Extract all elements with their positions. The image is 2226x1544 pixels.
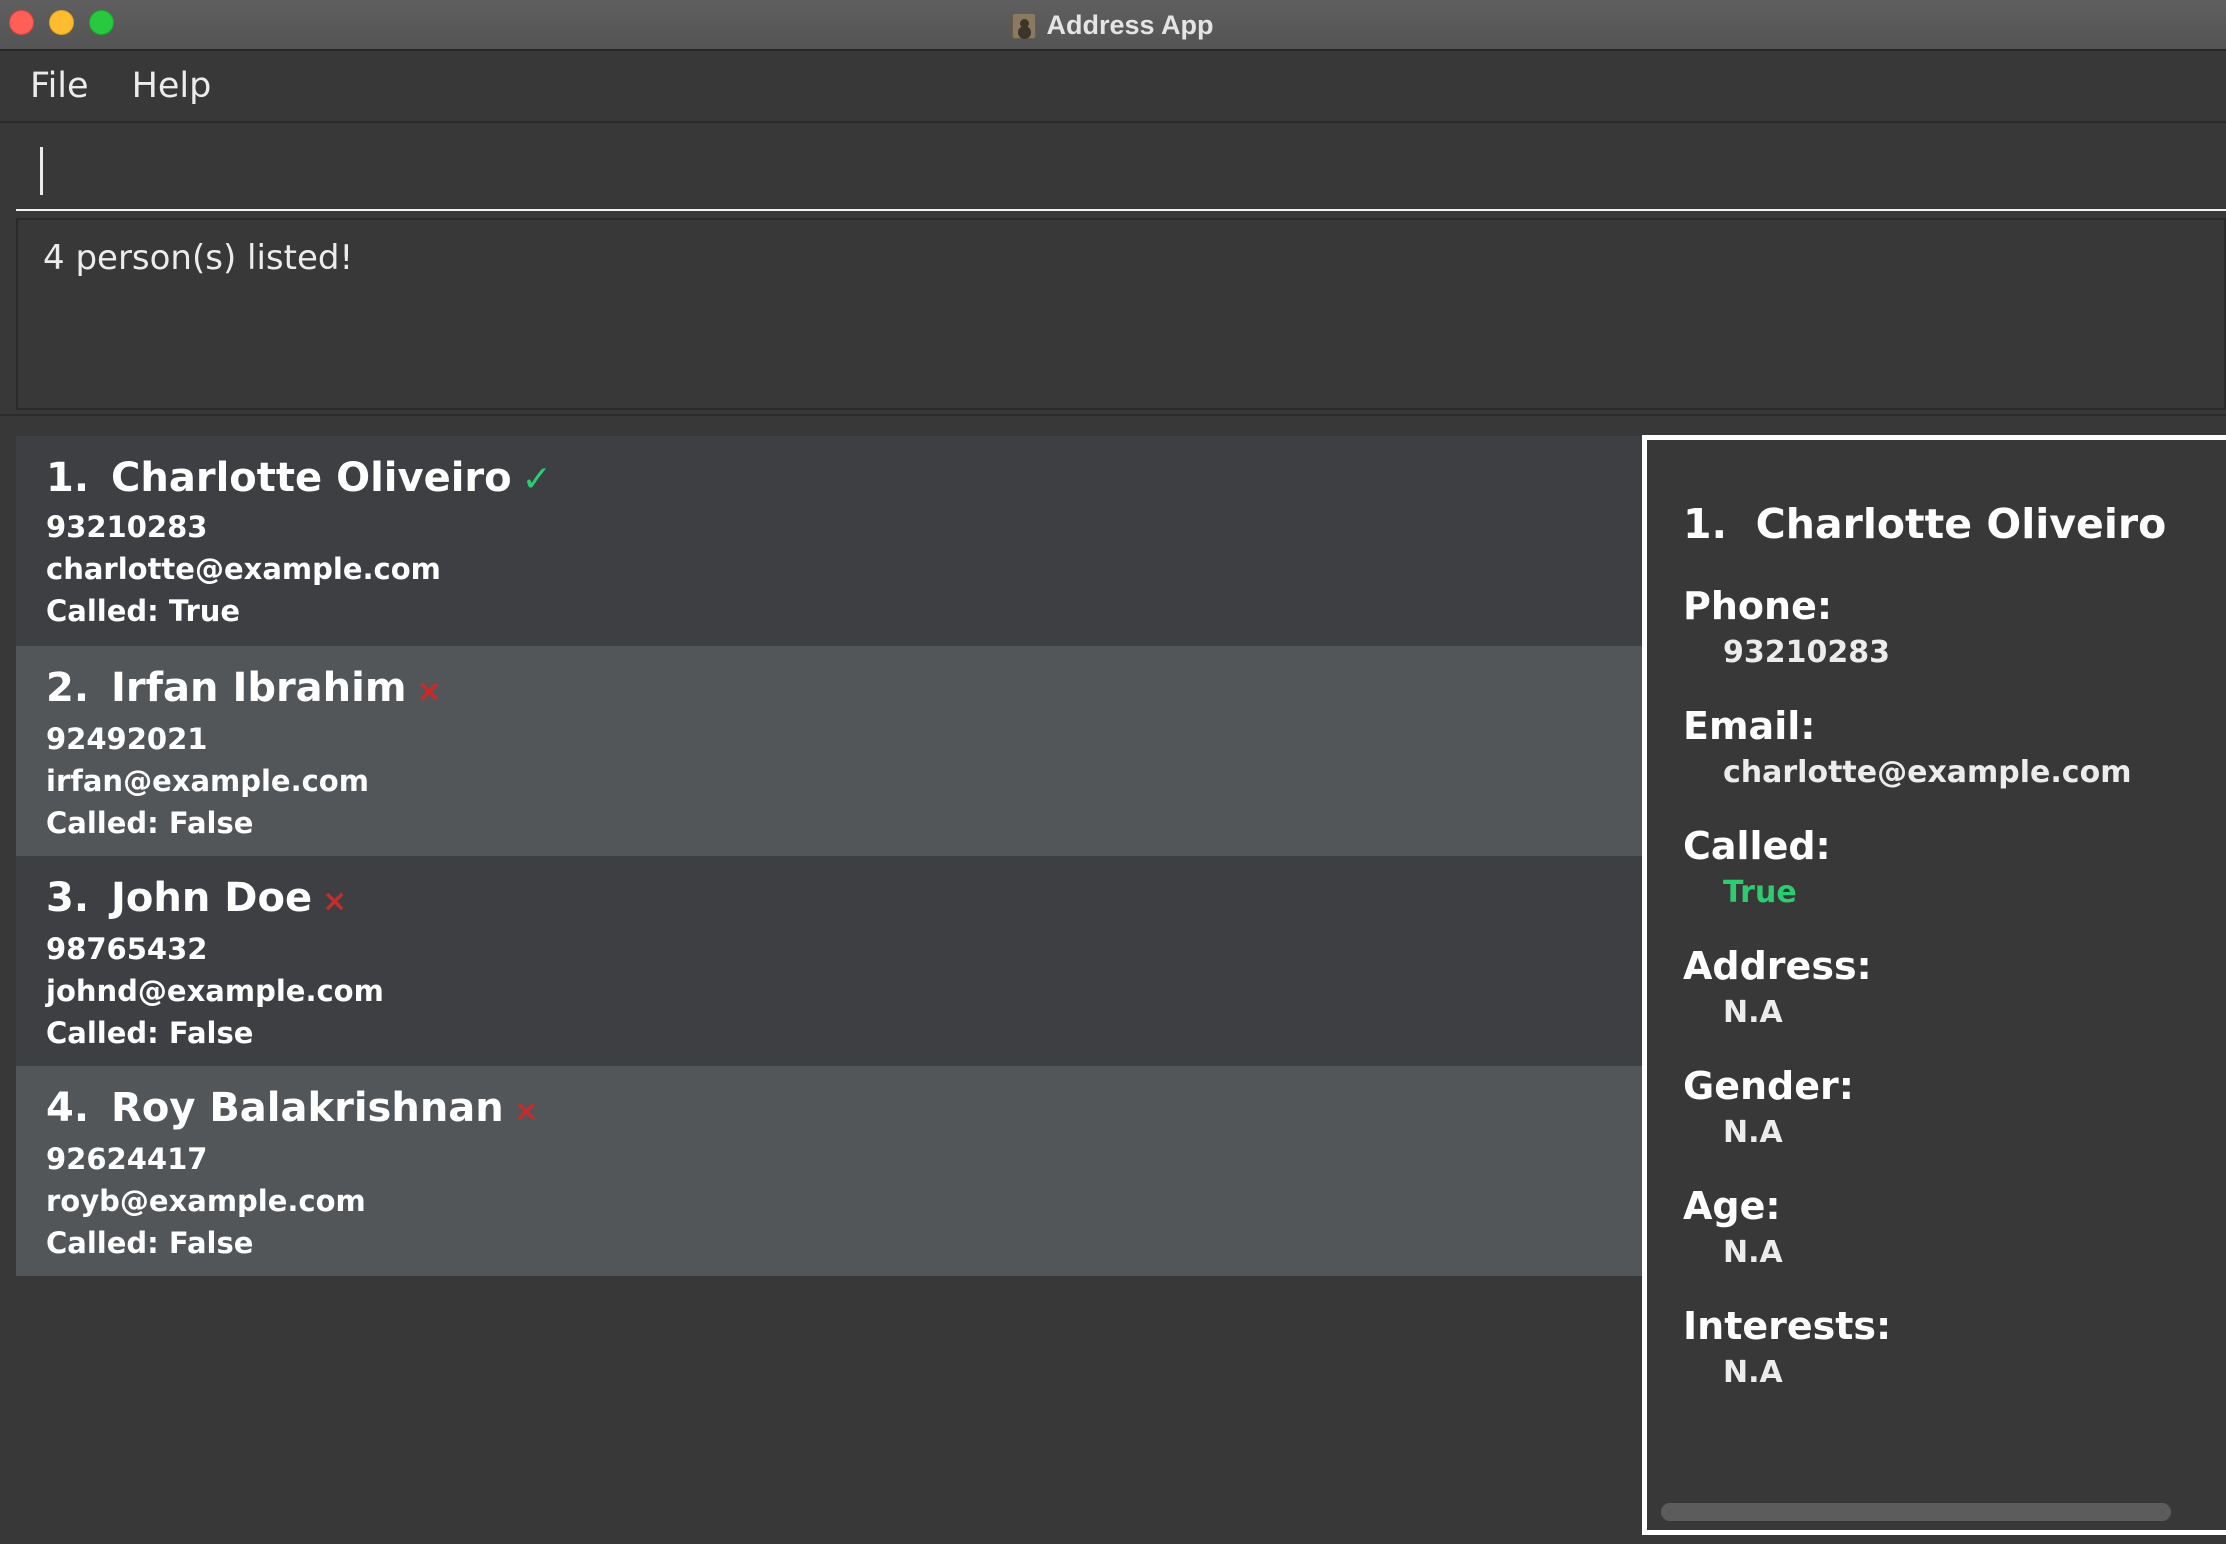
- detail-interests-label: Interests:: [1683, 1304, 1892, 1348]
- text-caret: [40, 147, 43, 195]
- detail-gender-label: Gender:: [1683, 1064, 1854, 1108]
- person-phone: 93210283: [46, 510, 208, 544]
- menu-file[interactable]: File: [0, 66, 110, 106]
- detail-name: Charlotte Oliveiro: [1755, 500, 2167, 548]
- result-message: 4 person(s) listed!: [43, 238, 354, 278]
- person-card[interactable]: 4. Roy Balakrishnan × 92624417 royb@exampl…: [16, 1066, 1642, 1276]
- person-phone: 98765432: [46, 932, 208, 966]
- detail-fields: Phone: 93210283 Email: charlotte@example…: [1683, 580, 2131, 1420]
- command-input[interactable]: [16, 125, 2226, 209]
- person-name: Irfan Ibrahim: [111, 665, 407, 711]
- detail-age-value: N.A: [1723, 1235, 1783, 1270]
- person-email: irfan@example.com: [46, 764, 369, 798]
- detail-email-value: charlotte@example.com: [1723, 755, 2132, 790]
- person-called: Called: False: [46, 806, 254, 840]
- detail-title: 1. Charlotte Oliveiro: [1683, 500, 2166, 548]
- person-list[interactable]: 1. Charlotte Oliveiro ✓ 93210283 charlotte…: [16, 436, 1642, 1276]
- person-name: John Doe: [111, 875, 313, 921]
- detail-email-label: Email:: [1683, 704, 1816, 748]
- address-book-icon: [1012, 12, 1037, 39]
- cross-icon: ×: [513, 1094, 539, 1129]
- person-phone: 92492021: [46, 722, 208, 756]
- check-icon: ✓: [521, 459, 552, 500]
- person-index: 1.: [46, 455, 90, 501]
- detail-index: 1.: [1683, 500, 1728, 548]
- detail-phone-value: 93210283: [1723, 635, 1890, 670]
- person-name: Roy Balakrishnan: [111, 1085, 504, 1131]
- detail-called-value: True: [1723, 875, 1797, 910]
- cross-icon: ×: [416, 674, 442, 709]
- person-card[interactable]: 2. Irfan Ibrahim × 92492021 irfan@example.…: [16, 646, 1642, 856]
- command-box: [16, 125, 2226, 211]
- person-email: royb@example.com: [46, 1184, 366, 1218]
- person-index: 2.: [46, 665, 90, 711]
- result-display: 4 person(s) listed!: [16, 218, 2226, 410]
- person-detail-panel: 1. Charlotte Oliveiro Phone: 93210283 Em…: [1642, 435, 2226, 1535]
- person-phone: 92624417: [46, 1142, 208, 1176]
- detail-address-label: Address:: [1683, 944, 1872, 988]
- cross-icon: ×: [322, 884, 348, 919]
- person-name-row: 1. Charlotte Oliveiro ✓: [46, 452, 1642, 506]
- person-name-row: 2. Irfan Ibrahim ×: [46, 662, 1642, 718]
- detail-phone-label: Phone:: [1683, 584, 1833, 628]
- person-email: johnd@example.com: [46, 974, 384, 1008]
- title-bar: Address App: [0, 0, 2226, 51]
- window-title: Address App: [1046, 10, 1214, 40]
- horizontal-scrollbar[interactable]: [1661, 1503, 2171, 1521]
- detail-interests-value: N.A: [1723, 1355, 1783, 1390]
- person-name-row: 4. Roy Balakrishnan ×: [46, 1082, 1642, 1138]
- person-name-row: 3. John Doe ×: [46, 872, 1642, 928]
- person-name: Charlotte Oliveiro: [111, 455, 512, 501]
- person-email: charlotte@example.com: [46, 552, 441, 586]
- detail-gender-value: N.A: [1723, 1115, 1783, 1150]
- section-divider: [0, 414, 2226, 416]
- person-card[interactable]: 1. Charlotte Oliveiro ✓ 93210283 charlotte…: [16, 436, 1642, 646]
- person-called: Called: True: [46, 594, 241, 628]
- window-title-group: Address App: [0, 0, 2226, 51]
- person-index: 3.: [46, 875, 90, 921]
- menu-bar: File Help: [0, 51, 2226, 123]
- person-index: 4.: [46, 1085, 90, 1131]
- detail-called-label: Called:: [1683, 824, 1831, 868]
- detail-age-label: Age:: [1683, 1184, 1781, 1228]
- detail-address-value: N.A: [1723, 995, 1783, 1030]
- person-card[interactable]: 3. John Doe × 98765432 johnd@example.com C…: [16, 856, 1642, 1066]
- person-called: Called: False: [46, 1226, 254, 1260]
- person-called: Called: False: [46, 1016, 254, 1050]
- menu-help[interactable]: Help: [110, 66, 233, 106]
